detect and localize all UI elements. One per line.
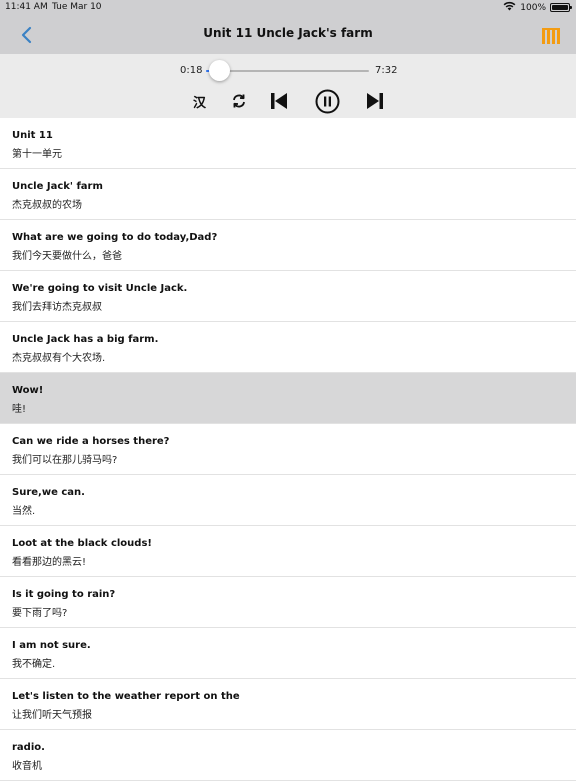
sentence-english: What are we going to do today,Dad? (12, 232, 218, 243)
library-bars-icon[interactable] (542, 28, 560, 44)
sentence-list: Unit 11 第十一单元 Uncle Jack' farm 杰克叔叔的农场 What … (0, 118, 576, 781)
sentence-chinese: 要下雨了吗? (12, 608, 68, 619)
sentence-english: Uncle Jack has a big farm. (12, 334, 159, 345)
sentence-chinese: 我们今天要做什么，爸爸 (12, 251, 122, 262)
status-bar: 11:41 AM Tue Mar 10 100% (0, 0, 576, 16)
navigation-bar: Unit 11 Uncle Jack's farm (0, 16, 576, 54)
sentence-chinese: 我们可以在那儿骑马吗? (12, 455, 118, 466)
list-item[interactable]: radio. 收音机 (0, 730, 576, 781)
sentence-chinese: 哇! (12, 404, 27, 415)
sentence-english: Loot at the black clouds! (12, 538, 152, 549)
sentence-english: Can we ride a horses there? (12, 436, 170, 447)
sentence-english: Sure,we can. (12, 487, 85, 498)
list-item[interactable]: Loot at the black clouds! 看看那边的黑云! (0, 526, 576, 577)
list-item[interactable]: I am not sure. 我不确定. (0, 628, 576, 679)
list-item[interactable]: We're going to visit Uncle Jack. 我们去拜访杰克叔… (0, 271, 576, 322)
chinese-toggle-button[interactable]: 汉 (193, 92, 206, 111)
sentence-english: Unit 11 (12, 130, 53, 141)
sentence-english: Wow! (12, 385, 44, 396)
current-time: 0:18 (180, 65, 203, 76)
sentence-chinese: 杰克叔叔的农场 (12, 200, 82, 211)
pause-icon[interactable] (315, 89, 340, 114)
total-time: 7:32 (375, 65, 398, 76)
sentence-chinese: 我们去拜访杰克叔叔 (12, 302, 102, 313)
sentence-chinese: 收音机 (12, 761, 42, 772)
sentence-english: Let's listen to the weather report on th… (12, 691, 240, 702)
progress-slider[interactable] (206, 60, 369, 81)
sentence-chinese: 当然. (12, 506, 36, 517)
audio-player: 0:18 7:32 汉 (0, 54, 576, 118)
sentence-chinese: 杰克叔叔有个大农场. (12, 353, 106, 364)
skip-next-icon[interactable] (366, 92, 384, 110)
list-item[interactable]: Is it going to rain? 要下雨了吗? (0, 577, 576, 628)
wifi-icon (503, 1, 516, 14)
sentence-english: We're going to visit Uncle Jack. (12, 283, 188, 294)
sentence-chinese: 第十一单元 (12, 149, 62, 160)
list-item[interactable]: Wow! 哇! (0, 373, 576, 424)
status-date: Tue Mar 10 (52, 2, 102, 12)
list-item[interactable]: Uncle Jack has a big farm. 杰克叔叔有个大农场. (0, 322, 576, 373)
status-right: 100% (503, 1, 572, 14)
sentence-english: Is it going to rain? (12, 589, 116, 600)
list-item[interactable]: Sure,we can. 当然. (0, 475, 576, 526)
sentence-chinese: 看看那边的黑云! (12, 557, 87, 568)
progress-thumb[interactable] (209, 60, 230, 81)
list-item[interactable]: Uncle Jack' farm 杰克叔叔的农场 (0, 169, 576, 220)
sentence-english: Uncle Jack' farm (12, 181, 103, 192)
list-item[interactable]: Can we ride a horses there? 我们可以在那儿骑马吗? (0, 424, 576, 475)
sentence-chinese: 让我们听天气预报 (12, 710, 92, 721)
sentence-chinese: 我不确定. (12, 659, 56, 670)
list-item[interactable]: Let's listen to the weather report on th… (0, 679, 576, 730)
battery-percent: 100% (520, 2, 546, 13)
repeat-icon[interactable] (230, 92, 248, 110)
status-time: 11:41 AM (5, 2, 48, 12)
skip-previous-icon[interactable] (270, 92, 288, 110)
sentence-english: radio. (12, 742, 45, 753)
list-item[interactable]: Unit 11 第十一单元 (0, 118, 576, 169)
battery-icon (550, 3, 572, 12)
page-title: Unit 11 Uncle Jack's farm (203, 26, 373, 40)
list-item[interactable]: What are we going to do today,Dad? 我们今天要做… (0, 220, 576, 271)
sentence-english: I am not sure. (12, 640, 91, 651)
